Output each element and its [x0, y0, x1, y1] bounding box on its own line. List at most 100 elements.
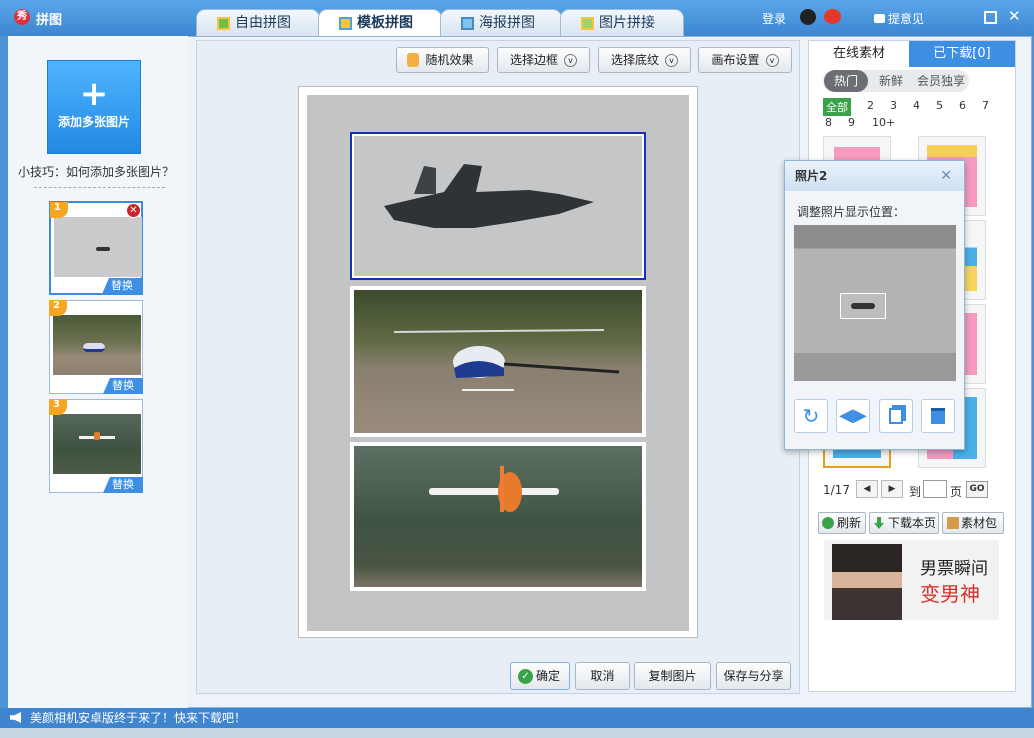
rotate-button[interactable]: ↻ [794, 399, 828, 433]
page-input[interactable] [923, 480, 947, 498]
tab-downloaded[interactable]: 已下载[0] [909, 41, 1015, 67]
tab-label: 图片拼接 [599, 15, 655, 31]
position-handle[interactable] [840, 293, 886, 319]
feedback-link[interactable]: 提意见 [874, 10, 924, 27]
add-images-label: 添加多张图片 [57, 115, 130, 129]
photo-slot-3[interactable] [350, 442, 646, 591]
filter-new[interactable]: 新鲜 [870, 70, 912, 92]
filter-hot[interactable]: 热门 [824, 70, 868, 92]
goto-label: 到 [909, 485, 922, 499]
tab-online-materials[interactable]: 在线素材 [809, 41, 909, 67]
cancel-button[interactable]: 取消 [575, 662, 630, 690]
count-7[interactable]: 7 [982, 99, 989, 112]
tab-template-collage[interactable]: 模板拼图 [318, 9, 442, 37]
count-8[interactable]: 8 [825, 116, 832, 129]
count-3[interactable]: 3 [890, 99, 897, 112]
app-title: 拼图 [36, 13, 63, 28]
plane-photo [354, 446, 642, 587]
download-page-label: 下载本页 [888, 516, 937, 530]
ad-line-1: 男票瞬间 [920, 559, 988, 579]
chevron-down-icon: v [564, 54, 577, 67]
delete-icon[interactable]: ✕ [126, 203, 141, 218]
random-effect-button[interactable]: 随机效果 [396, 47, 489, 73]
plane-illustration [429, 466, 559, 512]
canvas-settings-label: 画布设置 [711, 53, 760, 67]
confirm-label: 确定 [535, 669, 560, 683]
hand-icon [407, 53, 419, 67]
select-border-button[interactable]: 选择边框 v [497, 47, 590, 73]
helicopter-photo [354, 290, 642, 433]
thumb-number: 3 [49, 399, 67, 415]
page-unit: 页 [950, 485, 963, 499]
close-icon[interactable]: ✕ [940, 161, 952, 191]
weibo-icon[interactable] [824, 9, 841, 24]
replace-button[interactable]: 替换 [102, 278, 142, 294]
thumbnail-2[interactable]: 2 替换 [49, 300, 143, 394]
tab-label: 海报拼图 [479, 15, 535, 31]
app-logo: 秀 [14, 9, 30, 25]
login-link[interactable]: 登录 [762, 10, 786, 27]
tip-link[interactable]: 小技巧：如何添加多张图片？ [18, 163, 174, 180]
filter-vip[interactable]: 会员独享 [912, 70, 970, 92]
count-6[interactable]: 6 [959, 99, 966, 112]
select-texture-label: 选择底纹 [610, 53, 659, 67]
tab-poster-collage[interactable]: 海报拼图 [440, 9, 562, 36]
confirm-button[interactable]: ✓ 确定 [510, 662, 570, 690]
close-button[interactable]: ✕ [1008, 9, 1021, 24]
helicopter-thumbnail-image [53, 315, 141, 375]
rotate-icon: ↻ [802, 404, 820, 428]
material-pack-label: 素材包 [961, 516, 998, 530]
delete-button[interactable] [921, 399, 955, 433]
next-page-button[interactable]: ▶ [881, 480, 903, 498]
save-share-button[interactable]: 保存与分享 [716, 662, 791, 690]
taskbar [0, 728, 1034, 738]
helicopter-illustration [393, 329, 620, 391]
add-images-button[interactable]: + 添加多张图片 [47, 60, 141, 154]
divider [34, 187, 165, 188]
title-bar: 秀 拼图 自由拼图 模板拼图 海报拼图 图片拼接 登录 提意见 ✕ [0, 0, 1034, 37]
page-indicator: 1/17 [823, 483, 850, 497]
replace-button[interactable]: 替换 [103, 477, 143, 493]
download-page-button[interactable]: 下载本页 [869, 512, 939, 534]
status-message[interactable]: 美颜相机安卓版终于来了！快来下载吧！ [30, 711, 246, 725]
app-window: 秀 拼图 自由拼图 模板拼图 海报拼图 图片拼接 登录 提意见 ✕ + 添加多张… [0, 0, 1034, 738]
count-10plus[interactable]: 10+ [872, 116, 895, 129]
count-9[interactable]: 9 [848, 116, 855, 129]
material-pack-button[interactable]: 素材包 [942, 512, 1004, 534]
photo-slot-2[interactable] [350, 286, 646, 437]
copy-button[interactable] [879, 399, 913, 433]
tab-label: 自由拼图 [235, 15, 291, 31]
qq-icon[interactable] [800, 9, 816, 25]
chevron-down-icon: v [665, 54, 678, 67]
tab-free-collage[interactable]: 自由拼图 [196, 9, 320, 36]
count-4[interactable]: 4 [913, 99, 920, 112]
count-all[interactable]: 全部 [823, 98, 851, 116]
ad-banner[interactable]: 男票瞬间 变男神 [824, 540, 999, 620]
maximize-button[interactable] [984, 11, 997, 24]
speaker-icon [10, 712, 21, 723]
select-texture-button[interactable]: 选择底纹 v [598, 47, 691, 73]
plus-icon: + [79, 74, 109, 114]
thumbnail-3[interactable]: 3 替换 [49, 399, 143, 493]
refresh-icon [822, 517, 834, 529]
count-2[interactable]: 2 [867, 99, 874, 112]
prev-page-button[interactable]: ◀ [856, 480, 878, 498]
position-preview[interactable] [794, 225, 956, 381]
popup-label: 调整照片显示位置： [797, 205, 906, 219]
photo-adjust-popup: 照片2 ✕ 调整照片显示位置： ↻ ◀▶ [784, 160, 965, 450]
feedback-label: 提意见 [888, 12, 925, 26]
flip-button[interactable]: ◀▶ [836, 399, 870, 433]
status-bar: 美颜相机安卓版终于来了！快来下载吧！ [0, 708, 1034, 728]
photo-slot-1[interactable] [350, 132, 646, 280]
refresh-label: 刷新 [837, 516, 862, 530]
count-5[interactable]: 5 [936, 99, 943, 112]
replace-button[interactable]: 替换 [103, 378, 143, 394]
copy-image-label: 复制图片 [648, 669, 697, 683]
tab-image-stitch[interactable]: 图片拼接 [560, 9, 684, 36]
check-icon: ✓ [518, 669, 533, 684]
copy-image-button[interactable]: 复制图片 [634, 662, 711, 690]
thumbnail-1[interactable]: 1 ✕ 替换 [49, 201, 143, 295]
canvas-settings-button[interactable]: 画布设置 v [698, 47, 792, 73]
refresh-button[interactable]: 刷新 [818, 512, 866, 534]
go-button[interactable]: GO [966, 481, 988, 498]
